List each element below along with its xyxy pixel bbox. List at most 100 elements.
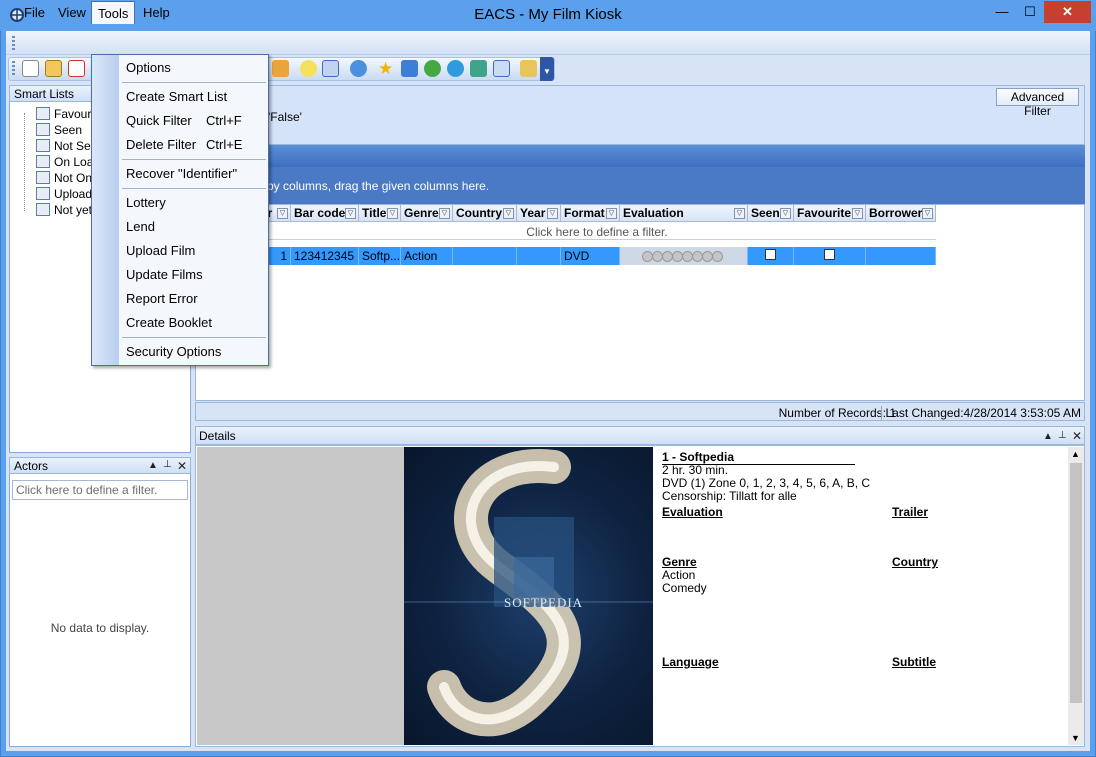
details-header: Details <box>195 426 1085 445</box>
smart-list-uploaded[interactable]: Uploade <box>22 187 99 203</box>
grid-filter-row[interactable]: Click here to define a filter. <box>258 223 936 240</box>
grid-status-bar: Number of Records: 1 Last Changed:4/28/2… <box>195 402 1085 421</box>
col-borrower[interactable]: Borrower ▽ <box>866 205 936 222</box>
delete-icon[interactable] <box>68 60 85 77</box>
col-evaluation[interactable]: Evaluation ▽ <box>620 205 748 222</box>
close-icon[interactable]: ✕ <box>177 459 187 473</box>
menu-item-lend[interactable]: Lend <box>126 216 155 238</box>
menu-item-quick-filter[interactable]: Quick Filter Ctrl+F <box>126 110 242 132</box>
smart-list-not-yet[interactable]: Not yet <box>22 203 92 219</box>
menu-item-security-options[interactable]: Security Options <box>126 341 221 363</box>
new-icon[interactable] <box>22 60 39 77</box>
col-country[interactable]: Country ▽ <box>453 205 517 222</box>
grid-header-bar <box>195 145 1085 167</box>
filter-dropdown-icon[interactable]: ▽ <box>439 208 450 219</box>
database-icon[interactable] <box>470 60 487 77</box>
maximize-button[interactable]: ☐ <box>1016 1 1044 23</box>
advanced-filter-button[interactable]: Advanced Filter <box>996 88 1079 118</box>
genre-value: Action <box>662 568 696 582</box>
filter-dropdown-icon[interactable]: ▽ <box>503 208 514 219</box>
open-icon[interactable] <box>45 60 62 77</box>
toolbar-grip[interactable] <box>12 61 15 77</box>
subtitle-heading: Subtitle <box>892 655 936 669</box>
list-icon <box>36 187 50 201</box>
genre-heading: Genre <box>662 555 697 569</box>
col-seen[interactable]: Seen ▽ <box>748 205 794 222</box>
menu-item-update-films[interactable]: Update Films <box>126 264 203 286</box>
upload-icon[interactable] <box>424 60 441 77</box>
menu-item-delete-filter[interactable]: Delete Filter Ctrl+E <box>126 134 242 156</box>
filter-dropdown-icon[interactable]: ▽ <box>387 208 398 219</box>
scroll-down-icon[interactable]: ▼ <box>1071 733 1080 743</box>
menu-item-create-booklet[interactable]: Create Booklet <box>126 312 212 334</box>
smart-list-on-loan[interactable]: On Loan <box>22 155 100 171</box>
filter-dropdown-icon[interactable]: ▽ <box>734 208 745 219</box>
filter-dropdown-icon[interactable]: ▽ <box>922 208 933 219</box>
smart-list-seen[interactable]: Seen <box>22 123 82 139</box>
smart-list-not-on[interactable]: Not On <box>22 171 92 187</box>
minimize-button[interactable]: — <box>988 1 1016 23</box>
list-icon <box>36 123 50 137</box>
smart-list-not-seen[interactable]: Not See <box>22 139 97 155</box>
list-icon <box>36 155 50 169</box>
menu-help[interactable]: Help <box>137 3 176 22</box>
users-icon[interactable] <box>272 60 289 77</box>
lend-icon[interactable] <box>401 60 418 77</box>
menu-view[interactable]: View <box>52 3 92 22</box>
filter-dropdown-icon[interactable]: ▽ <box>345 208 356 219</box>
booklet-icon[interactable] <box>520 60 537 77</box>
menubar-grip[interactable] <box>12 36 15 52</box>
star-icon[interactable]: ★ <box>378 60 395 77</box>
film-censorship: Censorship: Tillatt for alle <box>662 489 797 503</box>
update-icon[interactable] <box>447 60 464 77</box>
cell-format: DVD <box>561 247 620 265</box>
security-icon[interactable] <box>493 60 510 77</box>
evaluation-rating[interactable] <box>620 247 748 265</box>
scrollbar-thumb[interactable] <box>1070 463 1082 703</box>
col-title[interactable]: Title ▽ <box>359 205 401 222</box>
panel-dropdown-icon[interactable]: ▲ <box>1043 431 1053 442</box>
scroll-up-icon[interactable]: ▲ <box>1071 449 1080 459</box>
menu-item-report-error[interactable]: Report Error <box>126 288 198 310</box>
close-icon[interactable]: ✕ <box>1072 429 1082 443</box>
menu-item-upload-film[interactable]: Upload Film <box>126 240 195 262</box>
film-media: DVD (1) Zone 0, 1, 2, 3, 4, 5, 6, A, B, … <box>662 476 871 490</box>
seen-checkbox[interactable] <box>765 249 776 260</box>
toolbar-overflow-button[interactable]: ▼ <box>540 57 554 81</box>
panel-dropdown-icon[interactable]: ▲ <box>148 460 158 471</box>
group-by-panel[interactable]: a by columns, drag the given columns her… <box>195 167 1085 204</box>
details-image-margin <box>197 447 404 745</box>
last-changed: Last Changed:4/28/2014 3:53:05 AM <box>880 406 1081 420</box>
filter-dropdown-icon[interactable]: ▽ <box>780 208 791 219</box>
filter-icon[interactable] <box>322 60 339 77</box>
cell-year <box>517 247 561 265</box>
close-button[interactable]: ✕ <box>1044 1 1091 23</box>
filter-dropdown-icon[interactable]: ▽ <box>852 208 863 219</box>
menu-item-options[interactable]: Options <box>126 57 171 79</box>
col-genre[interactable]: Genre ▽ <box>401 205 453 222</box>
menu-file[interactable]: File <box>18 3 51 22</box>
favourite-checkbox[interactable] <box>824 249 835 260</box>
col-format[interactable]: Format ▽ <box>561 205 620 222</box>
poster-caption: SOFTPEDIA <box>504 595 584 610</box>
menu-tools[interactable]: Tools <box>91 1 136 24</box>
menu-separator <box>122 188 266 189</box>
menu-item-lottery[interactable]: Lottery <box>126 192 166 214</box>
filter-area <box>195 85 1085 145</box>
lightbulb-icon[interactable] <box>300 60 317 77</box>
menu-item-create-smart-list[interactable]: Create Smart List <box>126 86 227 108</box>
pin-icon[interactable]: ⊥ <box>1058 430 1067 441</box>
col-favourite[interactable]: Favourite ▽ <box>794 205 866 222</box>
menu-item-recover-identifier[interactable]: Recover "Identifier" <box>126 163 237 185</box>
filter-dropdown-icon[interactable]: ▽ <box>547 208 558 219</box>
cell-country <box>453 247 517 265</box>
filter-dropdown-icon[interactable]: ▽ <box>606 208 617 219</box>
smart-list-favourites[interactable]: Favouri <box>22 107 94 123</box>
refresh-icon[interactable] <box>350 60 367 77</box>
actors-filter-input[interactable]: Click here to define a filter. <box>12 480 188 500</box>
table-row[interactable]: 1 123412345 Softp... Action DVD <box>258 247 936 265</box>
pin-icon[interactable]: ⊥ <box>163 459 172 470</box>
filter-dropdown-icon[interactable]: ▽ <box>277 208 288 219</box>
col-year[interactable]: Year ▽ <box>517 205 561 222</box>
col-barcode[interactable]: Bar code ▽ <box>291 205 359 222</box>
